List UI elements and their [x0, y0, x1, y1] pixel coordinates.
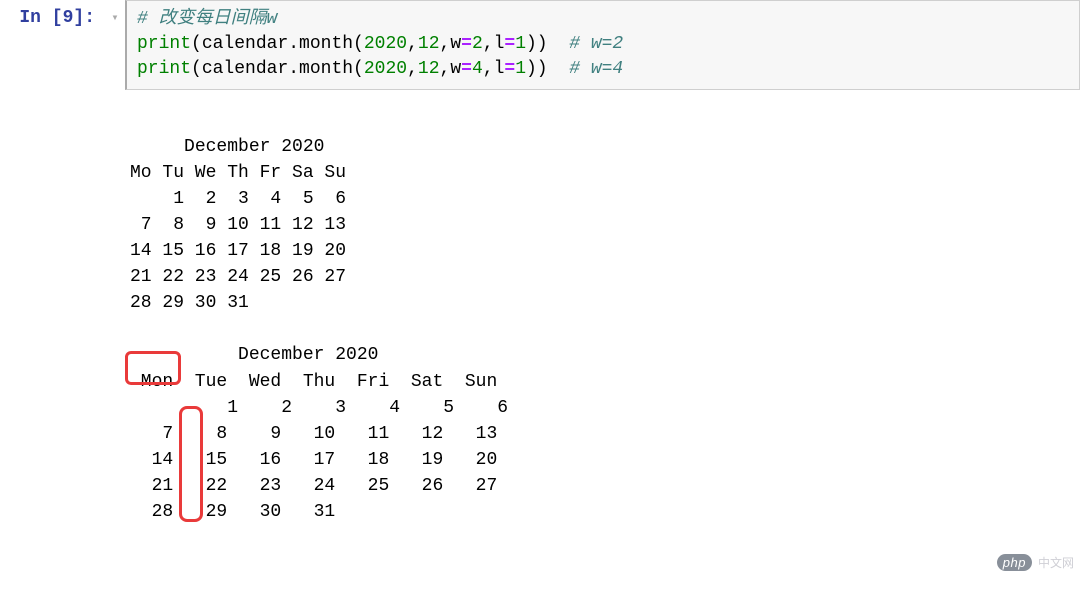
comment: # w=2: [548, 34, 624, 54]
comment: # 改变每日间隔w: [137, 9, 277, 29]
comment: # w=4: [548, 59, 624, 79]
chevron-down-icon[interactable]: ▾: [105, 0, 125, 25]
prompt-pre: In [: [19, 8, 62, 28]
annotation-box-mon: [125, 351, 181, 385]
watermark-badge: php: [997, 554, 1032, 571]
builtin-print: print: [137, 34, 191, 54]
code-line-3: print(calendar.month(2020,12,w=4,l=1)) #…: [137, 57, 1069, 82]
annotation-box-column-gap: [179, 406, 203, 522]
notebook-cell: In [9]: ▾ # 改变每日间隔w print(calendar.month…: [0, 0, 1080, 90]
cell-prompt: In [9]:: [0, 0, 105, 28]
cell-output: December 2020 Mo Tu We Th Fr Sa Su 1 2 3…: [0, 90, 1080, 578]
code-input[interactable]: # 改变每日间隔w print(calendar.month(2020,12,w…: [125, 0, 1080, 90]
prompt-number: 9: [63, 8, 74, 28]
code-line-1: # 改变每日间隔w: [137, 7, 1069, 32]
prompt-post: ]:: [73, 8, 95, 28]
builtin-print: print: [137, 59, 191, 79]
code-line-2: print(calendar.month(2020,12,w=2,l=1)) #…: [137, 32, 1069, 57]
watermark: php 中文网: [997, 554, 1074, 571]
watermark-text: 中文网: [1038, 554, 1074, 571]
